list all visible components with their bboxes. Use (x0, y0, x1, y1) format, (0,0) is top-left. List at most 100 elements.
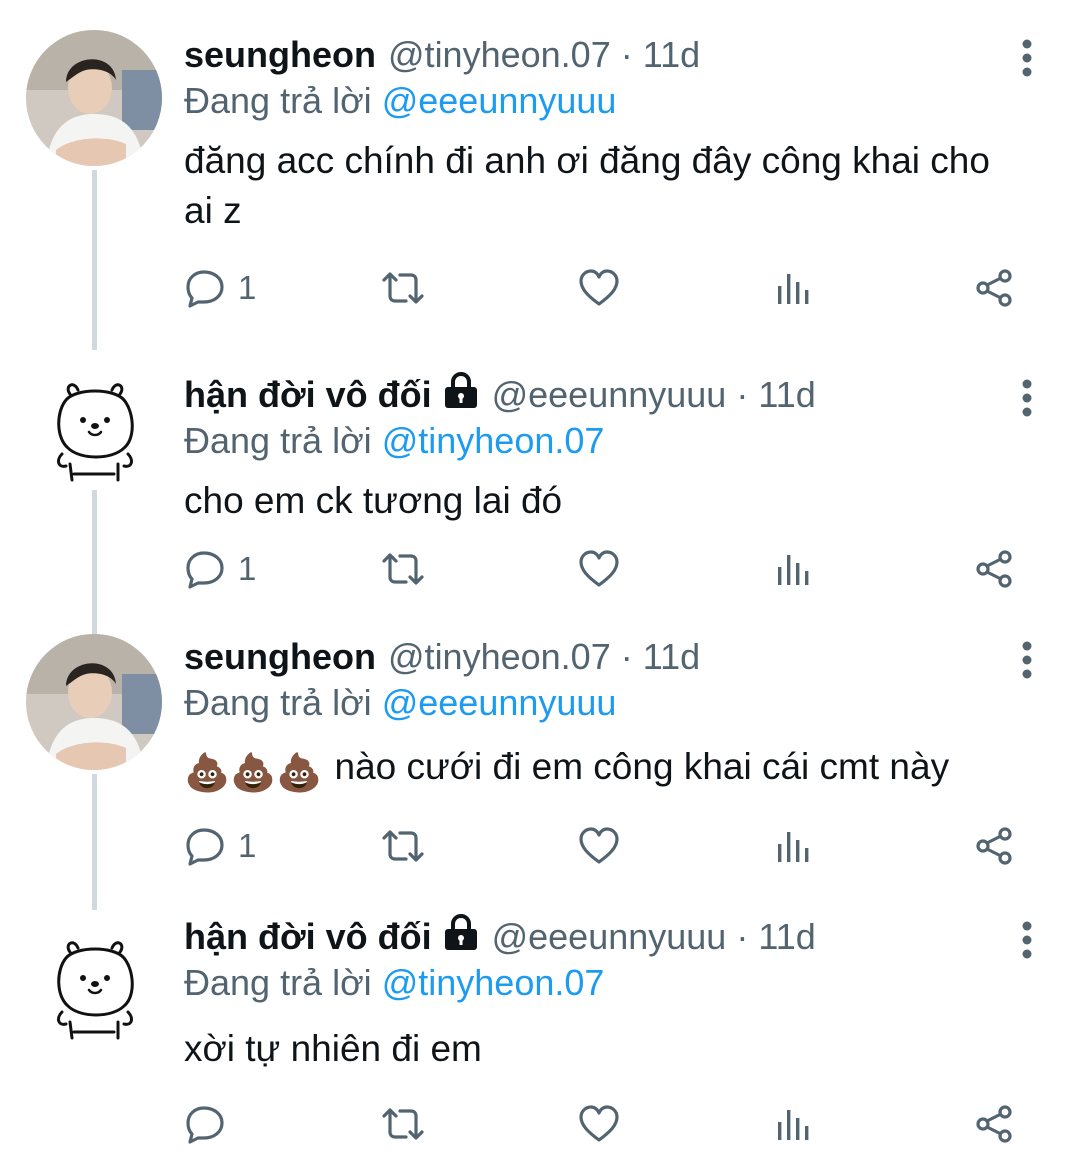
user-handle[interactable]: @eeeunnyuuu (492, 374, 727, 416)
tweet[interactable]: hận đời vô đối @eeeunnyuuu · 11d Đang tr… (0, 340, 1080, 635)
thread-connector (92, 490, 97, 635)
separator: · (620, 34, 633, 75)
reply-icon (186, 270, 224, 308)
action-bar: 1 (184, 258, 1024, 318)
thread-connector (92, 774, 97, 910)
user-handle[interactable]: @eeeunnyuuu (492, 916, 727, 958)
retweet-icon (382, 1108, 424, 1140)
replying-to-label: Đang trả lời (184, 420, 372, 461)
lock-icon (444, 913, 477, 950)
bear-avatar-icon (57, 941, 134, 1040)
timestamp[interactable]: 11d (758, 374, 815, 416)
display-name[interactable]: hận đời vô đối (184, 916, 432, 958)
like-button[interactable] (578, 539, 620, 599)
share-button[interactable] (974, 258, 1014, 318)
stats-icon (778, 274, 809, 304)
share-button[interactable] (974, 539, 1014, 599)
view-stats-button[interactable] (776, 1094, 810, 1154)
tweet-header: seungheon @tinyheon.07 · 11d (184, 632, 700, 682)
like-button[interactable] (578, 816, 620, 876)
retweet-button[interactable] (380, 816, 426, 876)
reply-button[interactable]: 1 (184, 258, 256, 318)
avatar[interactable] (26, 368, 162, 504)
view-stats-button[interactable] (776, 816, 810, 876)
tweet-text: xời tự nhiên đi em (184, 1028, 482, 1069)
retweet-button[interactable] (380, 1094, 426, 1154)
stats-icon (778, 832, 809, 862)
retweet-icon (382, 830, 424, 862)
mention-link[interactable]: @tinyheon.07 (382, 962, 605, 1003)
more-options-button[interactable] (1020, 38, 1034, 78)
heart-icon (579, 269, 619, 306)
stats-icon (778, 1110, 809, 1140)
more-options-button[interactable] (1020, 920, 1034, 960)
timestamp[interactable]: 11d (643, 636, 700, 678)
tweet-header: seungheon @tinyheon.07 · 11d (184, 30, 700, 80)
thread-connector (92, 170, 97, 350)
replying-to: Đang trả lời @eeeunnyuuu (184, 80, 616, 122)
protected-account (442, 913, 480, 961)
avatar-photo-icon (26, 30, 162, 166)
share-icon (976, 550, 1012, 588)
retweet-button[interactable] (380, 258, 426, 318)
action-bar: 1 (184, 539, 1024, 599)
share-button[interactable] (974, 816, 1014, 876)
display-name[interactable]: seungheon (184, 34, 376, 76)
like-button[interactable] (578, 1094, 620, 1154)
heart-icon (579, 827, 619, 864)
share-icon (976, 827, 1012, 865)
protected-account (442, 371, 480, 419)
view-stats-button[interactable] (776, 539, 810, 599)
more-vertical-icon (1022, 921, 1032, 959)
share-icon (976, 1105, 1012, 1143)
retweet-button[interactable] (380, 539, 426, 599)
display-name[interactable]: hận đời vô đối (184, 374, 432, 416)
timestamp[interactable]: 11d (643, 34, 700, 76)
tweet[interactable]: seungheon @tinyheon.07 · 11d Đang trả lờ… (0, 0, 1080, 350)
reply-button[interactable]: 1 (184, 816, 256, 876)
tweet-header: hận đời vô đối @eeeunnyuuu · 11d (184, 370, 816, 420)
more-options-button[interactable] (1020, 640, 1034, 680)
more-vertical-icon (1022, 641, 1032, 679)
reply-button[interactable] (184, 1094, 238, 1154)
action-bar: 1 (184, 816, 1024, 876)
tweet-text: cho em ck tương lai đó (184, 480, 563, 521)
bear-avatar-icon (57, 383, 134, 482)
avatar-photo-icon (26, 634, 162, 770)
tweet-header: hận đời vô đối @eeeunnyuuu · 11d (184, 912, 816, 962)
reply-thread: seungheon @tinyheon.07 · 11d Đang trả lờ… (0, 0, 1080, 1155)
reply-count: 1 (238, 827, 257, 864)
tweet[interactable]: seungheon @tinyheon.07 · 11d Đang trả lờ… (0, 620, 1080, 910)
user-handle[interactable]: @tinyheon.07 (388, 34, 611, 76)
avatar[interactable] (26, 926, 162, 1062)
separator: · (736, 916, 749, 957)
tweet-text: đăng acc chính đi anh ơi đăng đây công k… (184, 140, 990, 231)
timestamp[interactable]: 11d (758, 916, 815, 958)
mention-link[interactable]: @tinyheon.07 (382, 420, 605, 461)
user-handle[interactable]: @tinyheon.07 (388, 636, 611, 678)
like-button[interactable] (578, 258, 620, 318)
tweet[interactable]: hận đời vô đối @eeeunnyuuu · 11d Đang tr… (0, 900, 1080, 1155)
share-button[interactable] (974, 1094, 1014, 1154)
separator: · (736, 374, 749, 415)
separator: · (620, 636, 633, 677)
replying-to-label: Đang trả lời (184, 962, 372, 1003)
lock-icon (444, 371, 477, 408)
mention-link[interactable]: @eeeunnyuuu (382, 80, 617, 121)
more-options-button[interactable] (1020, 378, 1034, 418)
mention-link[interactable]: @eeeunnyuuu (382, 682, 617, 723)
reply-icon (186, 551, 224, 589)
more-vertical-icon (1022, 379, 1032, 417)
avatar[interactable] (26, 634, 162, 770)
reply-icon (186, 828, 224, 866)
stats-icon (778, 555, 809, 585)
action-bar (184, 1094, 1024, 1154)
view-stats-button[interactable] (776, 258, 810, 318)
display-name[interactable]: seungheon (184, 636, 376, 678)
replying-to: Đang trả lời @tinyheon.07 (184, 420, 604, 462)
retweet-icon (382, 553, 424, 585)
avatar[interactable] (26, 30, 162, 166)
tweet-text: 💩💩💩 nào cưới đi em công khai cái cmt này (184, 742, 1004, 798)
reply-button[interactable]: 1 (184, 539, 256, 599)
more-vertical-icon (1022, 39, 1032, 77)
